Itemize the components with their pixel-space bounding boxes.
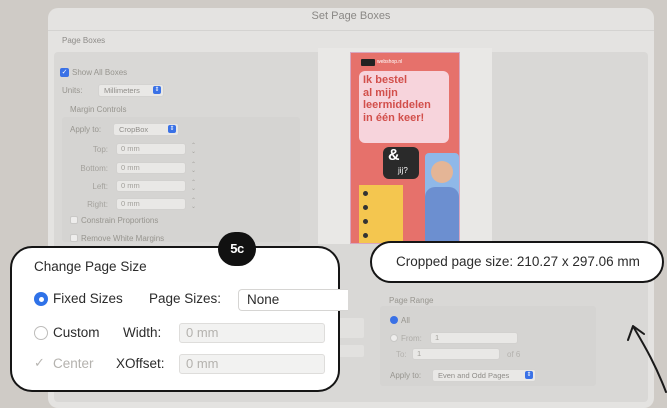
- bottom-label: Bottom:: [80, 164, 108, 173]
- all-radio[interactable]: [390, 316, 398, 324]
- remove-white-margins-label: Remove White Margins: [81, 234, 165, 243]
- page-boxes-group-title: Page Boxes: [62, 36, 106, 45]
- poster-person-head: [431, 161, 453, 183]
- page-range-apply-to-label: Apply to:: [390, 371, 422, 380]
- fixed-sizes-radio[interactable]: [34, 292, 48, 306]
- center-checkbox[interactable]: ✓: [34, 355, 45, 371]
- bullet-icon: [363, 205, 368, 210]
- from-label: From:: [401, 334, 422, 343]
- poster-headline: Ik bestel al mijn leermiddelen in één ke…: [363, 74, 431, 124]
- apply-to-label: Apply to:: [70, 125, 102, 134]
- bottom-field[interactable]: 0 mm: [116, 162, 186, 174]
- change-page-size-title: Change Page Size: [34, 259, 147, 274]
- from-radio[interactable]: [390, 334, 398, 342]
- custom-label: Custom: [53, 325, 100, 340]
- to-field[interactable]: 1: [412, 348, 500, 360]
- right-stepper[interactable]: ⌃ ⌄: [191, 198, 196, 210]
- title-divider: [48, 30, 654, 31]
- units-popup[interactable]: Millimeters ⇕: [98, 84, 164, 97]
- top-stepper[interactable]: ⌃ ⌄: [191, 143, 196, 155]
- fixed-sizes-label: Fixed Sizes: [53, 291, 123, 306]
- show-all-boxes-label: Show All Boxes: [72, 68, 128, 77]
- width-label: Width:: [123, 325, 162, 340]
- constrain-proportions-label: Constrain Proportions: [81, 216, 159, 225]
- left-stepper[interactable]: ⌃ ⌄: [191, 180, 196, 192]
- apply-to-value: CropBox: [119, 125, 149, 134]
- custom-radio[interactable]: [34, 326, 48, 340]
- apply-to-popup[interactable]: CropBox ⇕: [113, 123, 179, 136]
- bullet-icon: [363, 233, 368, 238]
- to-label: To:: [396, 350, 407, 359]
- of-pages-label: of 6: [507, 350, 521, 359]
- units-label: Units:: [62, 86, 83, 95]
- page-preview-thumbnail: webshop.nl Ik bestel al mijn leermiddele…: [350, 52, 460, 244]
- left-label: Left:: [92, 182, 108, 191]
- right-field[interactable]: 0 mm: [116, 198, 186, 210]
- poster-jij: jij?: [398, 166, 408, 175]
- xoffset-field[interactable]: 0 mm: [179, 354, 325, 374]
- top-field[interactable]: 0 mm: [116, 143, 186, 155]
- units-value: Millimeters: [104, 86, 140, 95]
- all-label: All: [401, 316, 410, 325]
- brand-logo-icon: [361, 59, 375, 66]
- annotation-arrow-icon: [627, 325, 667, 393]
- xoffset-label: XOffset:: [116, 356, 165, 371]
- chevron-updown-icon: ⇕: [525, 371, 533, 379]
- top-label: Top:: [92, 145, 108, 154]
- remove-white-margins-checkbox[interactable]: [70, 234, 78, 242]
- from-field[interactable]: 1: [430, 332, 518, 344]
- show-all-boxes-checkbox[interactable]: ✓: [60, 68, 69, 77]
- center-label: Center: [53, 356, 94, 371]
- bullet-icon: [363, 191, 368, 196]
- dialog-title: Set Page Boxes: [311, 10, 391, 22]
- cropped-page-size-text: Cropped page size: 210.27 x 297.06 mm: [396, 254, 640, 269]
- constrain-proportions-checkbox[interactable]: [70, 216, 78, 224]
- chevron-updown-icon: ⇕: [168, 125, 176, 133]
- margin-controls-label: Margin Controls: [70, 105, 127, 114]
- right-label: Right:: [87, 200, 108, 209]
- page-range-apply-to-value: Even and Odd Pages: [438, 371, 510, 380]
- page-sizes-label: Page Sizes:: [149, 291, 222, 306]
- page-range-apply-to-popup[interactable]: Even and Odd Pages ⇕: [432, 369, 536, 382]
- width-field[interactable]: 0 mm: [179, 323, 325, 343]
- step-badge: 5c: [218, 232, 256, 266]
- chevron-updown-icon: ⇕: [153, 86, 161, 94]
- left-field[interactable]: 0 mm: [116, 180, 186, 192]
- page-range-title: Page Range: [389, 296, 434, 305]
- poster-ampersand: &: [388, 147, 400, 164]
- bullet-icon: [363, 219, 368, 224]
- poster-person-body: [425, 187, 459, 243]
- page-sizes-popup[interactable]: None: [238, 289, 348, 311]
- page-sizes-value: None: [247, 292, 280, 307]
- bottom-stepper[interactable]: ⌃ ⌄: [191, 162, 196, 174]
- poster-brand: webshop.nl: [377, 59, 403, 65]
